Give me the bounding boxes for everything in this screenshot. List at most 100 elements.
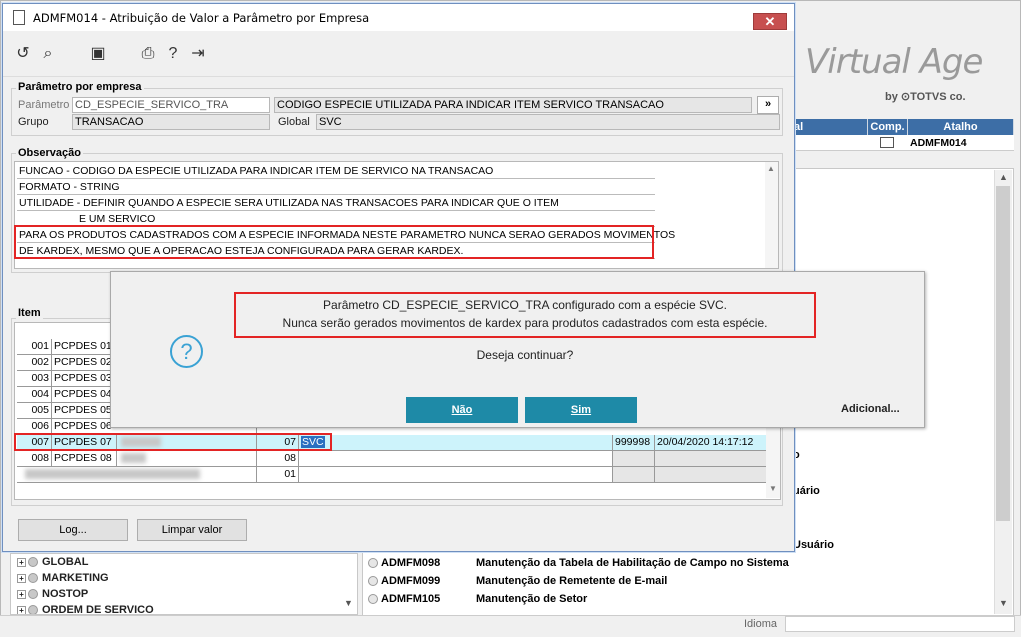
close-button[interactable]: ✕	[753, 13, 787, 30]
expand-icon[interactable]: +	[17, 557, 26, 567]
item-code: 002	[17, 355, 52, 371]
adicional-button[interactable]: Adicional...	[841, 403, 900, 415]
observacao-scrollbar[interactable]: ▲	[765, 162, 778, 268]
expand-icon[interactable]: +	[17, 589, 26, 599]
title-bar[interactable]: ADMFM014 - Atribuição de Valor a Parâmet…	[3, 4, 794, 31]
bg-text-fragment: Usuário	[793, 539, 834, 551]
parametro-field[interactable]: CD_ESPECIE_SERVICO_TRA	[72, 97, 270, 113]
tree-label: MARKETING	[42, 572, 109, 584]
bg-text-fragment: uário	[793, 485, 820, 497]
dialog-message-line1: Parâmetro CD_ESPECIE_SERVICO_TRA configu…	[323, 298, 727, 312]
item-date	[655, 467, 767, 483]
scroll-down-icon[interactable]: ▼	[769, 484, 777, 493]
parametro-label: Parâmetro	[18, 99, 70, 111]
scroll-up-icon[interactable]: ▲	[767, 164, 775, 173]
scroll-down-icon[interactable]: ▼	[999, 598, 1008, 608]
menu-code: ADMFM105	[381, 593, 441, 605]
no-button[interactable]: Não	[406, 397, 518, 423]
valor-cell[interactable]	[299, 467, 613, 483]
log-button[interactable]: Log...	[18, 519, 128, 541]
item-num: 08	[257, 451, 299, 467]
col-comp[interactable]: Comp.	[868, 119, 908, 135]
yes-button[interactable]: Sim	[525, 397, 637, 423]
global-field: SVC	[316, 114, 780, 130]
tree-item-global[interactable]: + GLOBAL	[17, 554, 88, 570]
module-icon	[28, 573, 38, 584]
expand-icon[interactable]: +	[17, 605, 26, 614]
radio-icon	[368, 576, 378, 587]
shortcut-table-header: al Comp. Atalho	[792, 119, 1014, 135]
question-icon: ?	[170, 335, 203, 368]
item-code: 008	[17, 451, 52, 467]
item-user	[613, 451, 655, 467]
idioma-field[interactable]	[785, 616, 1015, 632]
module-icon	[28, 589, 38, 600]
expand-button[interactable]: »	[757, 96, 779, 114]
item-user	[613, 467, 655, 483]
tree-item-nostop[interactable]: + NOSTOP	[17, 586, 88, 602]
item-date: 20/04/2020 14:17:12	[655, 435, 767, 451]
obs-line: UTILIDADE - DEFINIR QUANDO A ESPECIE SER…	[17, 195, 655, 211]
menu-item-admfm105[interactable]: ADMFM105 Manutenção de Setor	[368, 590, 587, 608]
window-title: ADMFM014 - Atribuição de Valor a Parâmet…	[33, 11, 370, 25]
parametro-legend: Parâmetro por empresa	[16, 81, 144, 93]
item-code: 004	[17, 387, 52, 403]
tree-label: NOSTOP	[42, 588, 89, 600]
tree-label: GLOBAL	[42, 556, 89, 568]
item-code: 005	[17, 403, 52, 419]
help-icon[interactable]: ?	[163, 44, 183, 64]
window-icon	[880, 137, 894, 148]
item-date	[655, 451, 767, 467]
menu-item-admfm099[interactable]: ADMFM099 Manutenção de Remetente de E-mai…	[368, 572, 667, 590]
module-icon	[28, 605, 38, 614]
radio-icon	[368, 558, 378, 569]
item-code: 001	[17, 339, 52, 355]
menu-scroll-thumb[interactable]	[996, 186, 1010, 521]
shortcut-code: ADMFM014	[910, 137, 967, 149]
item-code: 003	[17, 371, 52, 387]
print-icon[interactable]: ⎙	[138, 44, 158, 64]
module-tree: + GLOBAL + MARKETING + NOSTOP + ORDEM DE SER…	[10, 553, 358, 615]
obs-line: FORMATO - STRING	[17, 179, 655, 195]
shortcut-row[interactable]: ADMFM014	[792, 135, 1014, 151]
item-legend: Item	[16, 307, 43, 319]
observacao-legend: Observação	[16, 147, 83, 159]
redacted-text	[117, 451, 257, 467]
global-label: Global	[278, 116, 310, 128]
dialog-question: Deseja continuar?	[476, 348, 574, 362]
item-name: PCPDES 08	[52, 451, 117, 467]
obs-line: FUNCAO - CODIGO DA ESPECIE UTILIZADA PAR…	[17, 163, 655, 179]
expand-icon[interactable]: +	[17, 573, 26, 583]
tree-item-ordem-servico[interactable]: + ORDEM DE SERVICO	[17, 602, 154, 614]
menu-code: ADMFM099	[381, 575, 441, 587]
col-atalho[interactable]: Atalho	[908, 119, 1014, 135]
menu-label: Manutenção de Setor	[476, 593, 588, 605]
brand-sub: by ⊙TOTVS co.	[885, 91, 966, 103]
menu-label: Manutenção da Tabela de Habilitação de C…	[476, 557, 789, 569]
tree-scroll-down-icon[interactable]: ▼	[344, 598, 353, 608]
brand-logo: Virtual Age	[805, 42, 983, 82]
menu-label: Manutenção de Remetente de E-mail	[476, 575, 668, 587]
document-icon	[13, 10, 25, 25]
valor-cell[interactable]: SVC	[299, 435, 613, 451]
undo-icon[interactable]: ↺	[13, 44, 33, 64]
item-user: 999998	[613, 435, 655, 451]
menu-code: ADMFM098	[381, 557, 441, 569]
highlight-box	[14, 225, 654, 259]
search-icon[interactable]: ⌕	[38, 44, 58, 64]
descricao-field: CODIGO ESPECIE UTILIZADA PARA INDICAR IT…	[274, 97, 752, 113]
dialog-message-line2: Nunca serão gerados movimentos de kardex…	[282, 316, 768, 330]
menu-item-admfm098[interactable]: ADMFM098 Manutenção da Tabela de Habilita…	[368, 554, 789, 572]
valor-cell[interactable]	[299, 451, 613, 467]
item-num: 01	[257, 467, 299, 483]
exit-icon[interactable]: ⇥	[188, 44, 208, 64]
redacted-text	[17, 467, 257, 483]
save-icon[interactable]: ▣	[88, 44, 108, 64]
highlight-box	[14, 433, 332, 451]
scroll-up-icon[interactable]: ▲	[999, 172, 1008, 182]
limpar-valor-button[interactable]: Limpar valor	[137, 519, 247, 541]
toolbar: ↺ ⌕ ▣ ⎙ ? ⇥	[3, 31, 794, 77]
tree-item-marketing[interactable]: + MARKETING	[17, 570, 109, 586]
radio-icon	[368, 594, 378, 605]
idioma-label: Idioma	[744, 618, 778, 630]
